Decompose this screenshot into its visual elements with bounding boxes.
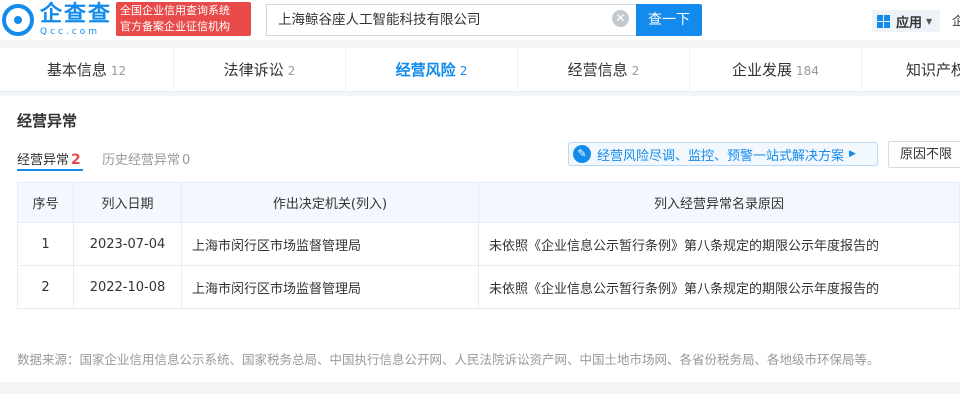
qcc-logo[interactable]: 企查查 Qcc.com <box>2 3 112 37</box>
active-subtab-underline <box>17 169 83 171</box>
badge-line-1: 全国企业信用查询系统 <box>120 4 230 17</box>
cell-authority[interactable]: 上海市闵行区市场监督管理局 <box>181 265 479 309</box>
tab-business-risk[interactable]: 经营风险 2 <box>346 48 518 92</box>
tab-count: 2 <box>459 64 468 78</box>
tab-basic-info[interactable]: 基本信息 12 <box>0 48 174 92</box>
abnormal-operation-panel: 经营异常 经营异常 2 历史经营异常 0 ✎ 经营风险尽调、监控、预警一站式解决方案… <box>0 96 960 382</box>
top-header: 企查查 Qcc.com 全国企业信用查询系统 官方备案企业征信机构 上海鲸谷座人… <box>0 0 960 40</box>
logo-text: 企查查 Qcc.com <box>40 2 113 38</box>
tab-ip[interactable]: 知识产权 <box>862 48 960 92</box>
tab-label: 基本信息 <box>46 61 107 79</box>
tab-business-info[interactable]: 经营信息 2 <box>518 48 690 92</box>
cell-reason: 未依照《企业信息公示暂行条例》第八条规定的期限公示年度报告的 <box>478 222 960 266</box>
reason-filter-dropdown[interactable]: 原因不限 <box>888 141 960 168</box>
tab-development[interactable]: 企业发展 184 <box>690 48 862 92</box>
tab-count: 12 <box>110 64 127 78</box>
search-button[interactable]: 查一下 <box>636 4 702 36</box>
cell-index: 2 <box>17 265 74 309</box>
risk-solution-link[interactable]: ✎ 经营风险尽调、监控、预警一站式解决方案 ▶ <box>568 142 878 166</box>
subtab-count: 0 <box>182 153 191 168</box>
table-header-row: 序号 列入日期 作出决定机关(列入) 列入经营异常名录原因 <box>17 182 960 223</box>
caret-down-icon: ▼ <box>926 16 933 26</box>
col-date: 列入日期 <box>73 182 182 223</box>
logo-cn: 企查查 <box>40 2 113 27</box>
app-menu-button[interactable]: 应用 ▼ <box>872 10 940 32</box>
col-authority: 作出决定机关(列入) <box>181 182 479 223</box>
data-source-note: 数据来源：国家企业信用信息公示系统、国家税务总局、中国执行信息公开网、人民法院诉… <box>17 352 880 367</box>
document-icon: ✎ <box>573 145 591 163</box>
cell-index: 1 <box>17 222 74 266</box>
clear-search-icon[interactable]: ✕ <box>612 10 629 27</box>
cell-date: 2023-07-04 <box>73 222 182 266</box>
tab-count: 184 <box>796 64 819 78</box>
tab-label: 法律诉讼 <box>223 61 284 79</box>
official-badge: 全国企业信用查询系统 官方备案企业征信机构 <box>116 2 251 36</box>
tab-legal[interactable]: 法律诉讼 2 <box>174 48 346 92</box>
subtab-label: 经营异常 <box>17 153 70 168</box>
subtab-abnormal[interactable]: 经营异常 2 <box>17 149 81 168</box>
table-row: 1 2023-07-04 上海市闵行区市场监督管理局 未依照《企业信息公示暂行条… <box>17 222 960 266</box>
tab-label: 知识产权 <box>906 61 960 79</box>
table-row: 2 2022-10-08 上海市闵行区市场监督管理局 未依照《企业信息公示暂行条… <box>17 265 960 309</box>
logo-en: Qcc.com <box>40 27 101 37</box>
tab-label: 经营信息 <box>567 61 628 79</box>
cell-date: 2022-10-08 <box>73 265 182 309</box>
app-menu-label: 应用 <box>896 15 923 31</box>
cell-reason: 未依照《企业信息公示暂行条例》第八条规定的期限公示年度报告的 <box>478 265 960 309</box>
tab-count: 2 <box>287 64 296 78</box>
grid-icon <box>877 14 890 28</box>
tab-count: 2 <box>631 64 640 78</box>
subtab-label: 历史经营异常 <box>102 153 181 168</box>
company-tabs: 基本信息 12 法律诉讼 2 经营风险 2 经营信息 2 企业发展 184 知识产权 <box>0 48 960 92</box>
col-index: 序号 <box>17 182 74 223</box>
tab-label: 企业发展 <box>732 61 793 79</box>
abnormal-table: 序号 列入日期 作出决定机关(列入) 列入经营异常名录原因 1 2023-07-… <box>17 182 960 309</box>
badge-line-2: 官方备案企业征信机构 <box>120 20 230 33</box>
subtab-history-abnormal[interactable]: 历史经营异常 0 <box>102 149 190 168</box>
section-title: 经营异常 <box>17 112 78 130</box>
promo-text: 经营风险尽调、监控、预警一站式解决方案 <box>597 148 845 164</box>
logo-icon <box>2 4 34 36</box>
tab-label: 经营风险 <box>395 61 456 79</box>
col-reason: 列入经营异常名录原因 <box>478 182 960 223</box>
play-arrow-icon: ▶ <box>849 149 856 159</box>
search-input[interactable]: 上海鲸谷座人工智能科技有限公司 <box>266 4 636 36</box>
subtab-count: 2 <box>71 152 81 168</box>
header-edge-text[interactable]: 企 <box>952 12 960 28</box>
cell-authority[interactable]: 上海市闵行区市场监督管理局 <box>181 222 479 266</box>
